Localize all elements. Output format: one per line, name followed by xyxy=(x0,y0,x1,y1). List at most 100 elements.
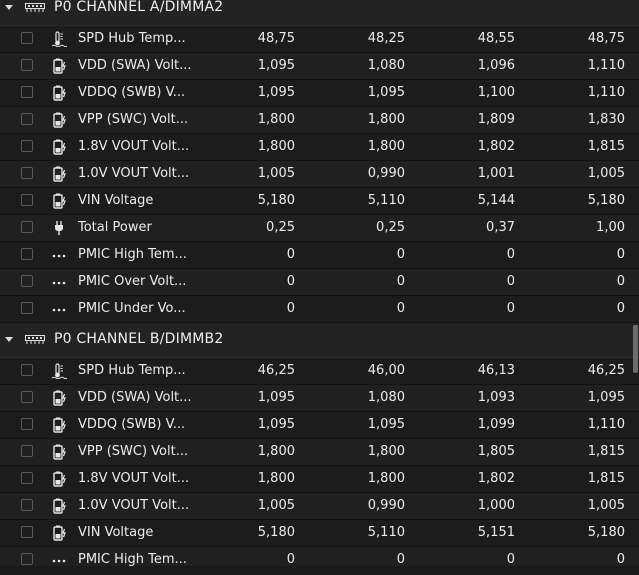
table-row[interactable]: VPP (SWC) Volt... 1,800 1,800 1,805 1,815 xyxy=(0,439,639,466)
table-row[interactable]: VPP (SWC) Volt... 1,800 1,800 1,809 1,830 xyxy=(0,107,639,134)
sensor-value: 1,096 xyxy=(477,58,515,73)
row-checkbox[interactable] xyxy=(21,499,33,511)
sensor-value: 5,110 xyxy=(367,525,405,540)
row-checkbox[interactable] xyxy=(21,167,33,179)
chevron-down-icon[interactable] xyxy=(5,5,13,10)
sensor-value: 1,802 xyxy=(477,139,515,154)
sensor-name: SPD Hub Temp... xyxy=(78,363,186,378)
table-row[interactable]: PMIC High Tem... 0 0 0 0 xyxy=(0,547,639,566)
row-checkbox[interactable] xyxy=(21,86,33,98)
row-checkbox[interactable] xyxy=(21,553,33,565)
sensor-value: 5,110 xyxy=(367,193,405,208)
table-row[interactable]: PMIC Over Volt... 0 0 0 0 xyxy=(0,269,639,296)
sensor-value: 1,005 xyxy=(257,498,295,513)
sensor-value: 0 xyxy=(396,552,405,566)
table-row[interactable]: 1.8V VOUT Volt... 1,800 1,800 1,802 1,815 xyxy=(0,134,639,161)
row-checkbox[interactable] xyxy=(21,113,33,125)
row-checkbox[interactable] xyxy=(21,140,33,152)
sensor-name: VPP (SWC) Volt... xyxy=(78,112,189,127)
sensor-name: 1.8V VOUT Volt... xyxy=(78,471,190,486)
battery-icon xyxy=(51,471,67,487)
sensor-name: VPP (SWC) Volt... xyxy=(78,444,189,459)
row-checkbox[interactable] xyxy=(21,302,33,314)
sensor-value: 1,100 xyxy=(477,85,515,100)
sensor-value: 0 xyxy=(396,274,405,289)
group-header[interactable]: P0 CHANNEL A/DIMMA2 xyxy=(0,0,639,26)
table-row[interactable]: VDD (SWA) Volt... 1,095 1,080 1,096 1,110 xyxy=(0,53,639,80)
sensor-value: 0,25 xyxy=(266,220,295,235)
row-checkbox[interactable] xyxy=(21,364,33,376)
table-row[interactable]: VIN Voltage 5,180 5,110 5,151 5,180 xyxy=(0,520,639,547)
row-checkbox[interactable] xyxy=(21,32,33,44)
sensor-value: 1,095 xyxy=(257,417,295,432)
chevron-down-icon[interactable] xyxy=(5,337,13,342)
sensor-value: 0 xyxy=(396,301,405,316)
sensor-value: 1,815 xyxy=(587,139,625,154)
row-checkbox[interactable] xyxy=(21,221,33,233)
group-title: P0 CHANNEL B/DIMMB2 xyxy=(54,331,224,347)
sensor-value: 0,25 xyxy=(376,220,405,235)
row-checkbox[interactable] xyxy=(21,445,33,457)
row-checkbox[interactable] xyxy=(21,59,33,71)
sensor-value: 1,802 xyxy=(477,471,515,486)
sensor-value: 0 xyxy=(506,274,515,289)
row-checkbox[interactable] xyxy=(21,391,33,403)
sensor-value: 48,25 xyxy=(367,31,405,46)
sensor-value: 1,095 xyxy=(257,58,295,73)
sensor-value: 1,800 xyxy=(367,444,405,459)
table-row[interactable]: PMIC Under Vo... 0 0 0 0 xyxy=(0,296,639,323)
row-checkbox[interactable] xyxy=(21,248,33,260)
sensor-value: 5,180 xyxy=(587,525,625,540)
sensor-value: 1,005 xyxy=(587,498,625,513)
table-row[interactable]: VDDQ (SWB) V... 1,095 1,095 1,099 1,110 xyxy=(0,412,639,439)
row-checkbox[interactable] xyxy=(21,526,33,538)
sensor-value: 46,25 xyxy=(587,363,625,378)
sensor-value: 1,805 xyxy=(477,444,515,459)
sensor-value: 0 xyxy=(396,247,405,262)
sensor-name: VIN Voltage xyxy=(78,193,154,208)
table-row[interactable]: SPD Hub Temp... 46,25 46,00 46,13 46,25 xyxy=(0,358,639,385)
table-row[interactable]: VDDQ (SWB) V... 1,095 1,095 1,100 1,110 xyxy=(0,80,639,107)
sensor-name: VDDQ (SWB) V... xyxy=(78,417,186,432)
sensor-value: 1,800 xyxy=(367,471,405,486)
row-checkbox[interactable] xyxy=(21,194,33,206)
row-checkbox[interactable] xyxy=(21,472,33,484)
table-row[interactable]: SPD Hub Temp... 48,75 48,25 48,55 48,75 xyxy=(0,26,639,53)
sensor-value: 1,095 xyxy=(257,85,295,100)
memory-module-icon xyxy=(25,3,45,12)
sensor-value: 0 xyxy=(286,247,295,262)
battery-icon xyxy=(51,193,67,209)
sensor-name: PMIC High Tem... xyxy=(78,247,187,262)
row-checkbox[interactable] xyxy=(21,275,33,287)
sensor-value: 0,37 xyxy=(486,220,515,235)
group-rows: SPD Hub Temp... 46,25 46,00 46,13 46,25 VDD (… xyxy=(0,358,639,566)
sensor-value: 1,815 xyxy=(587,471,625,486)
vertical-scrollbar[interactable] xyxy=(633,325,638,373)
sensor-value: 1,005 xyxy=(257,166,295,181)
table-row[interactable]: 1.0V VOUT Volt... 1,005 0,990 1,001 1,005 xyxy=(0,161,639,188)
sensor-value: 1,095 xyxy=(367,417,405,432)
group-header[interactable]: P0 CHANNEL B/DIMMB2 xyxy=(0,323,639,358)
row-checkbox[interactable] xyxy=(21,418,33,430)
sensor-name: VIN Voltage xyxy=(78,525,154,540)
dots-icon xyxy=(51,301,67,317)
sensor-name: VDD (SWA) Volt... xyxy=(78,58,192,73)
sensor-value: 1,815 xyxy=(587,444,625,459)
sensor-value: 1,00 xyxy=(596,220,625,235)
table-row[interactable]: 1.0V VOUT Volt... 1,005 0,990 1,000 1,005 xyxy=(0,493,639,520)
table-row[interactable]: PMIC High Tem... 0 0 0 0 xyxy=(0,242,639,269)
table-row[interactable]: VDD (SWA) Volt... 1,095 1,080 1,093 1,095 xyxy=(0,385,639,412)
table-row[interactable]: VIN Voltage 5,180 5,110 5,144 5,180 xyxy=(0,188,639,215)
sensor-name: PMIC High Tem... xyxy=(78,552,187,566)
table-row[interactable]: Total Power 0,25 0,25 0,37 1,00 xyxy=(0,215,639,242)
sensor-group-channel-b: P0 CHANNEL B/DIMMB2 SPD Hub Temp... 46,25… xyxy=(0,323,639,566)
thermometer-icon xyxy=(51,363,68,380)
sensor-name: 1.8V VOUT Volt... xyxy=(78,139,190,154)
sensor-value: 1,110 xyxy=(587,417,625,432)
battery-icon xyxy=(51,498,67,514)
sensor-list: P0 CHANNEL A/DIMMA2 SPD Hub Temp... 48,75… xyxy=(0,0,639,566)
sensor-value: 5,180 xyxy=(257,193,295,208)
battery-icon xyxy=(51,58,67,74)
battery-icon xyxy=(51,525,67,541)
table-row[interactable]: 1.8V VOUT Volt... 1,800 1,800 1,802 1,815 xyxy=(0,466,639,493)
